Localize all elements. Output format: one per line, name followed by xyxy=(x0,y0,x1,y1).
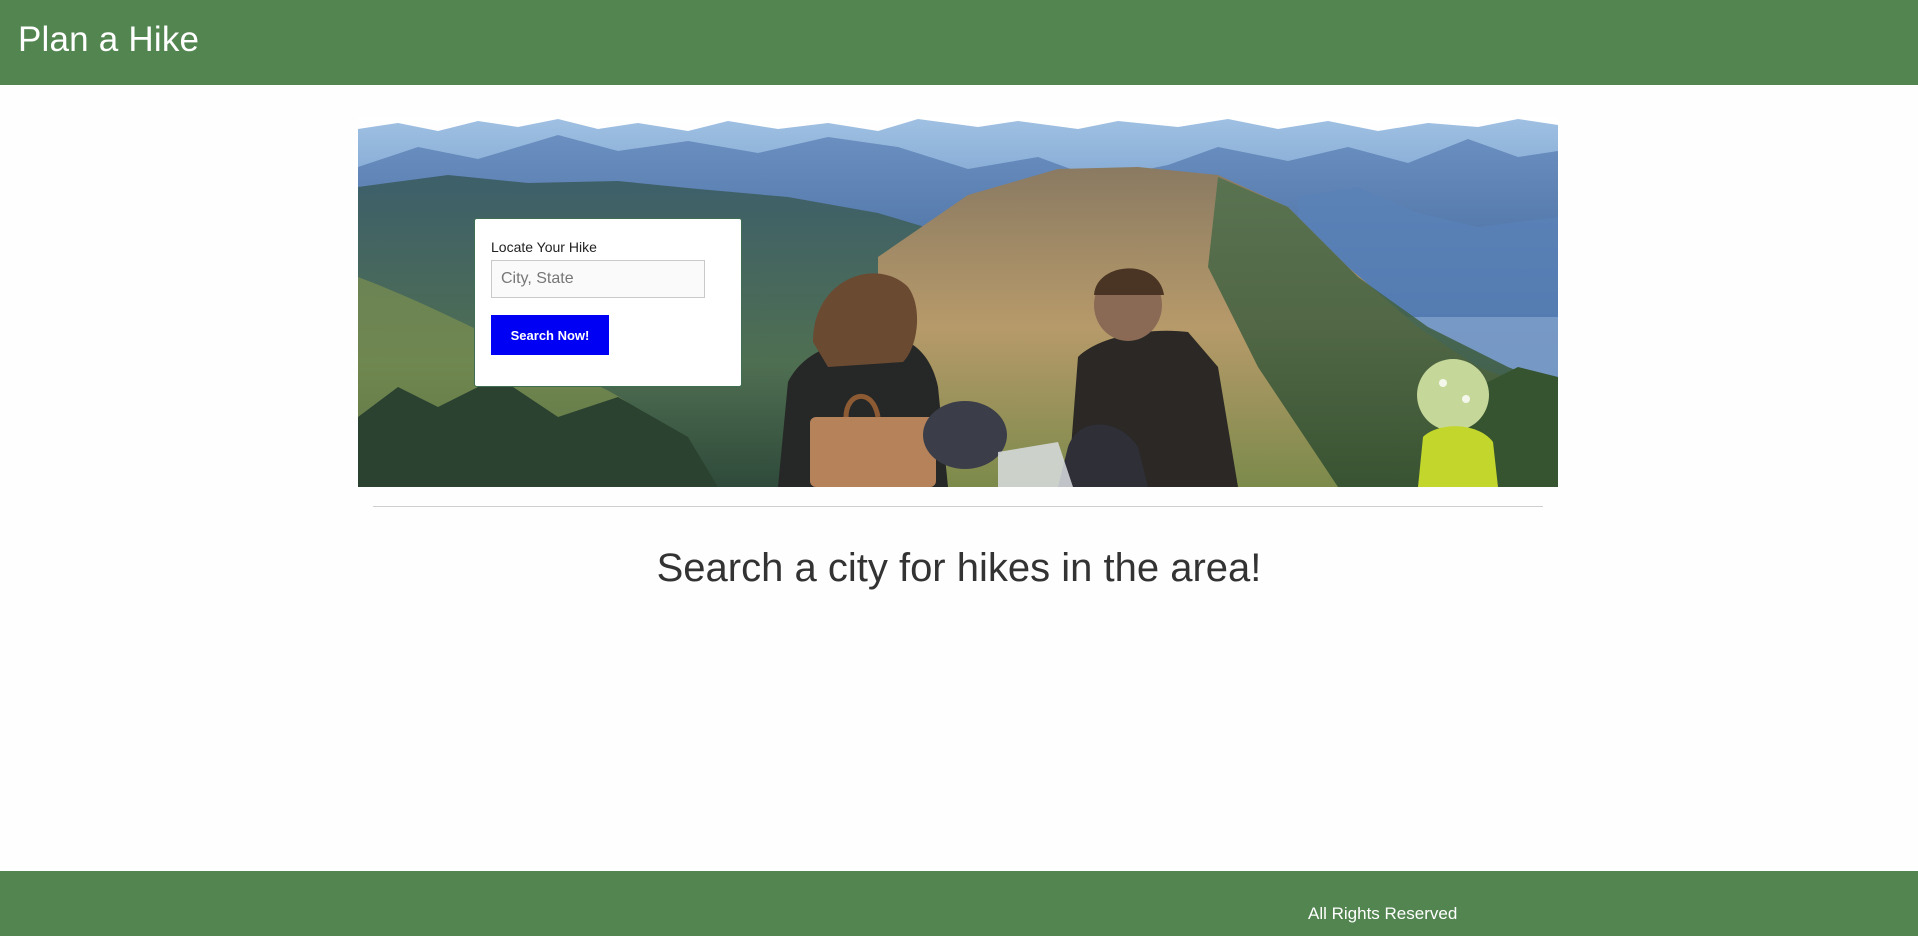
hero-banner: Locate Your Hike Search Now! xyxy=(358,117,1558,487)
search-tagline: Search a city for hikes in the area! xyxy=(656,546,1262,590)
section-divider xyxy=(373,506,1543,507)
footer-rights-text: All Rights Reserved xyxy=(1308,904,1458,923)
search-form: Locate Your Hike Search Now! xyxy=(474,218,742,387)
search-now-button[interactable]: Search Now! xyxy=(491,315,609,355)
brand-title[interactable]: Plan a Hike xyxy=(18,20,199,60)
site-header: Plan a Hike xyxy=(0,0,1918,85)
site-footer: All Rights Reserved xyxy=(0,871,1918,936)
city-state-input[interactable] xyxy=(491,260,705,298)
search-label: Locate Your Hike xyxy=(491,239,597,255)
